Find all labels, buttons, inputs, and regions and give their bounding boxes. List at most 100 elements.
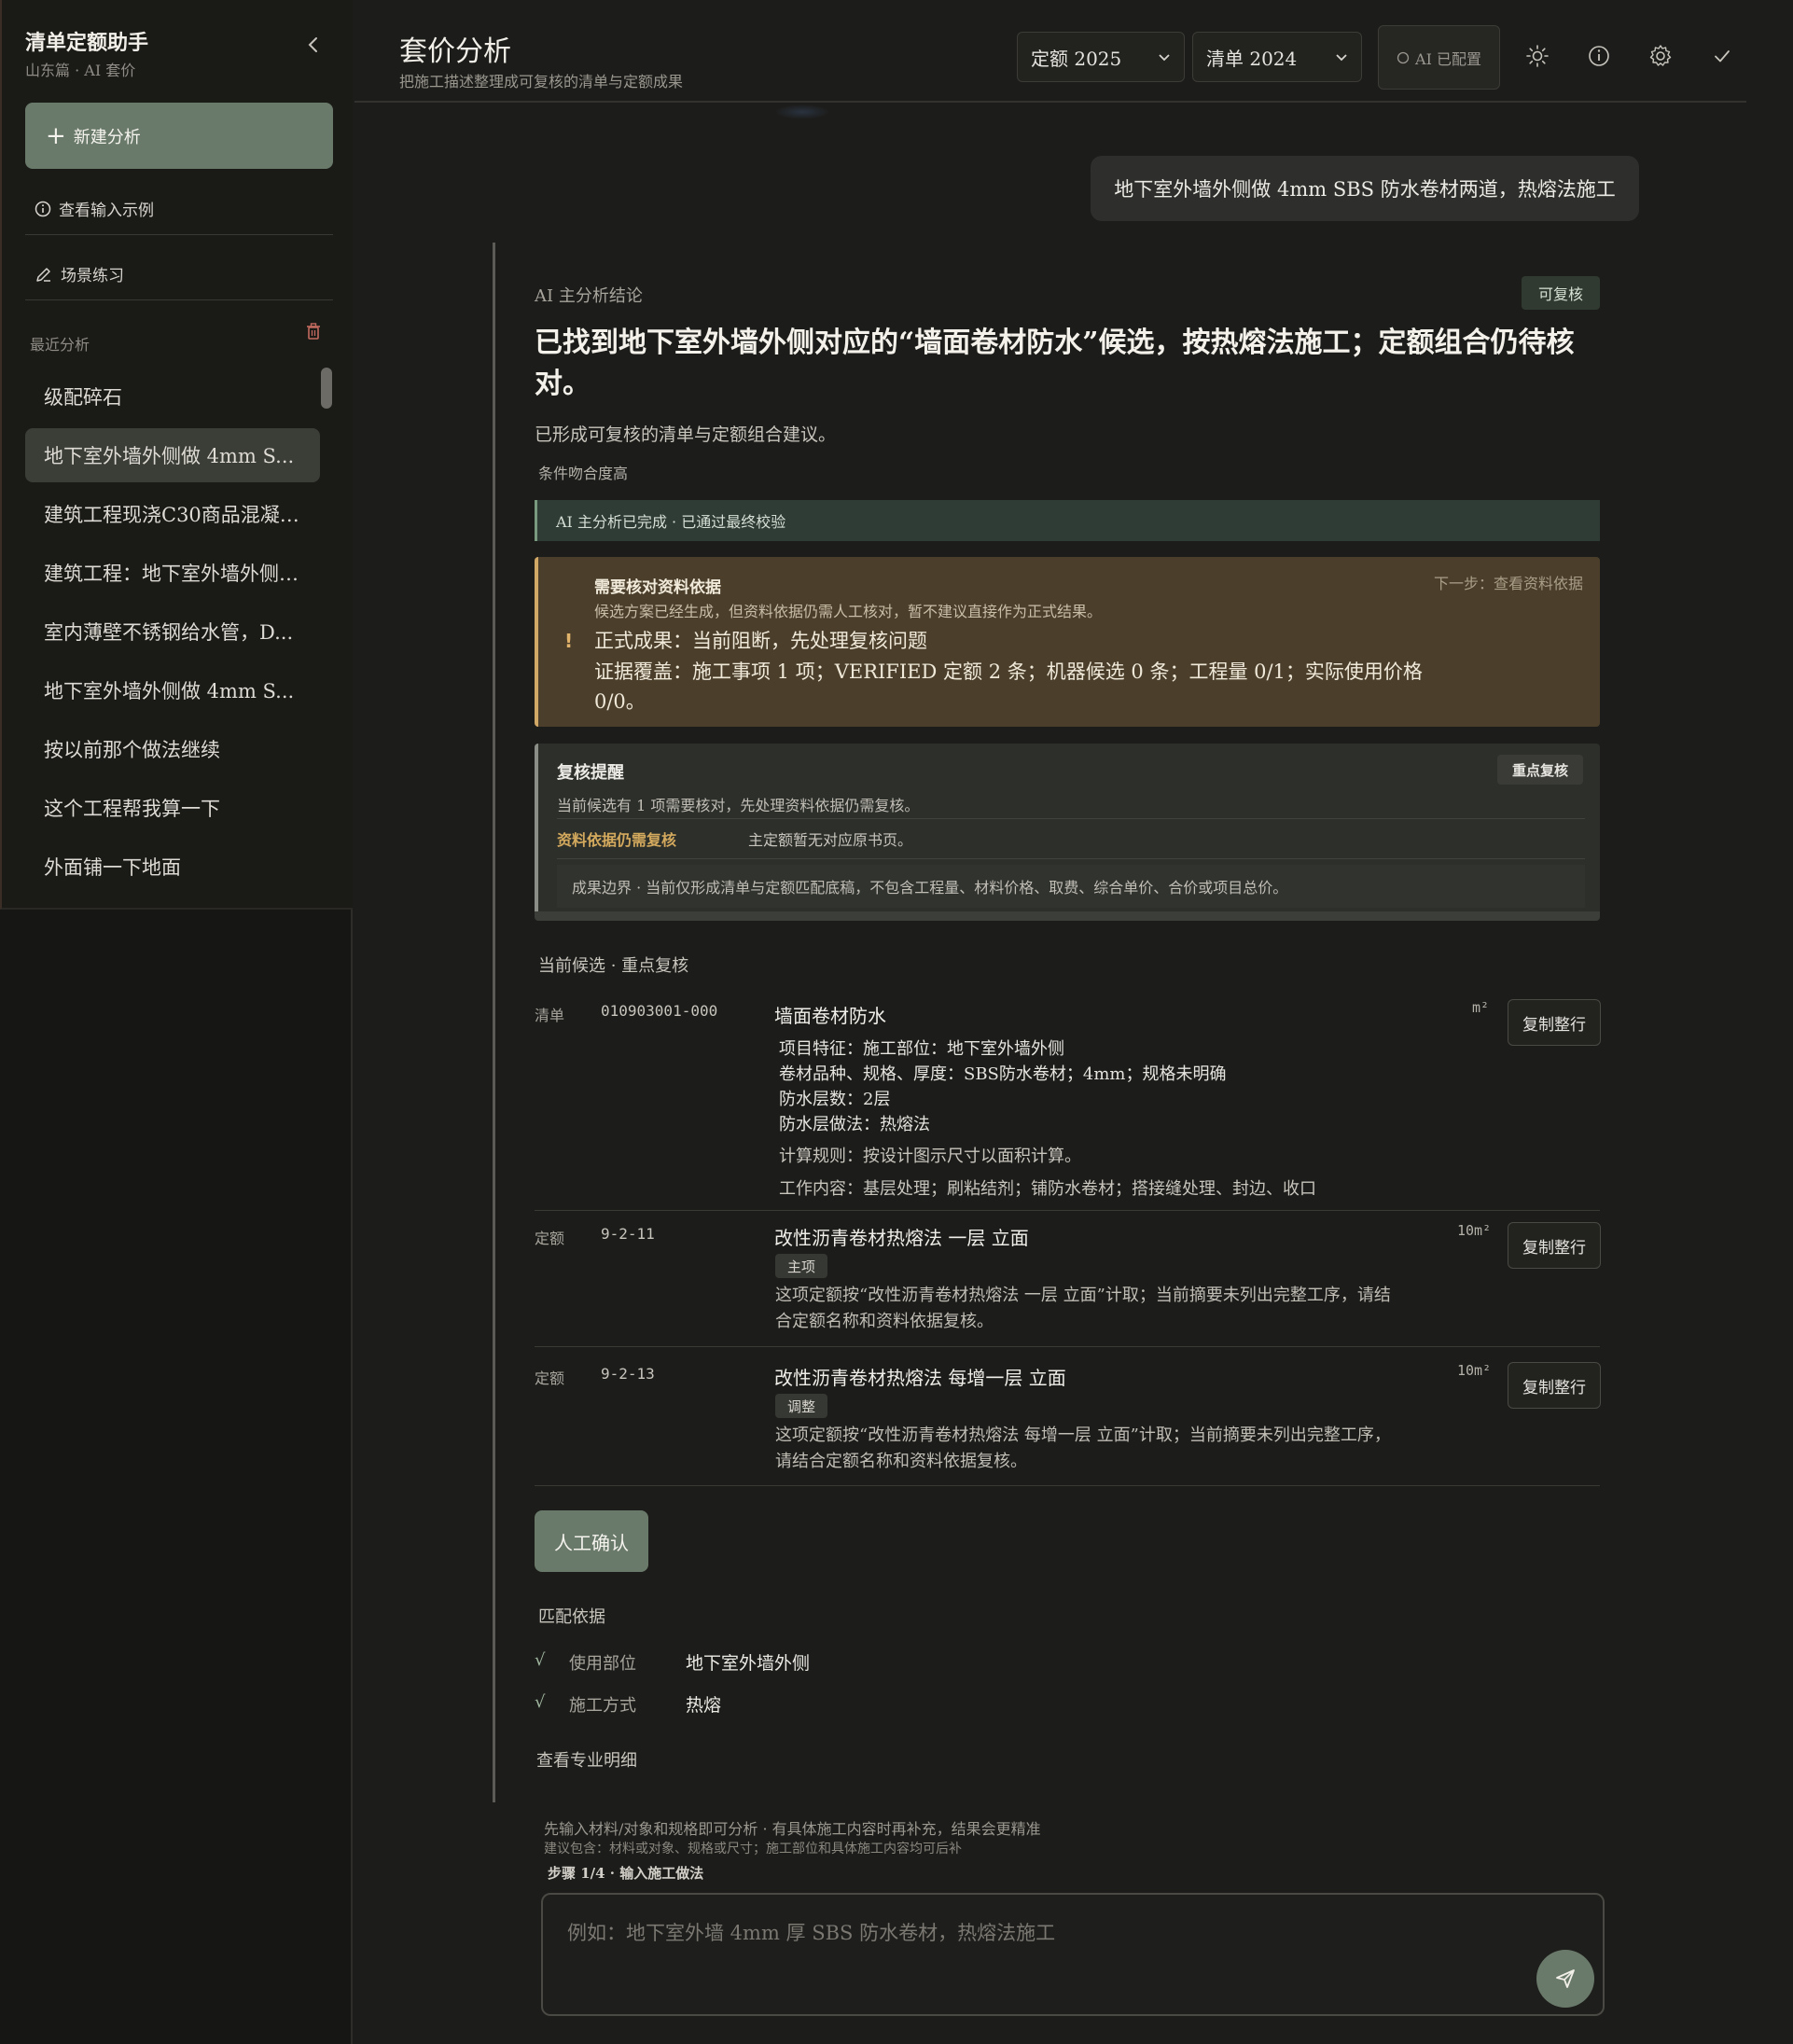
item-unit: m² xyxy=(1472,999,1490,1016)
divider xyxy=(557,818,1585,819)
next-step-link[interactable]: 下一步：查看资料依据 xyxy=(1434,571,1583,593)
app-title: 清单定额助手 xyxy=(25,31,149,55)
calc-rule: 计算规则：按设计图示尺寸以面积计算。 xyxy=(779,1147,1081,1166)
item-kind: 定额 xyxy=(535,1370,565,1387)
page-subtitle: 把施工描述整理成可复核的清单与定额成果 xyxy=(399,73,684,90)
candidates-title: 当前候选 · 重点复核 xyxy=(538,956,689,976)
send-icon xyxy=(1556,1969,1575,1988)
recent-item[interactable]: 这个工程帮我算一下 xyxy=(25,781,320,835)
construction-input[interactable] xyxy=(567,1917,1500,1949)
chevron-left-icon[interactable] xyxy=(302,34,325,56)
review-issue-value: 主定额暂无对应原书页。 xyxy=(748,831,913,849)
warning-panel: 需要核对资料依据 下一步：查看资料依据 候选方案已经生成，但资料依据仍需人工核对… xyxy=(535,557,1600,727)
recent-item[interactable]: 级配碎石 xyxy=(25,369,320,424)
info-icon xyxy=(35,201,51,216)
basis-key: 使用部位 xyxy=(569,1654,636,1674)
recent-item[interactable]: 建筑工程：地下室外墙外侧… xyxy=(25,546,320,600)
recent-item[interactable]: 外面铺一下地面 xyxy=(25,840,320,894)
result-boundary: 成果边界 · 当前仅形成清单与定额匹配底稿，不包含工程量、材料价格、取费、综合单… xyxy=(557,865,1585,908)
match-level: 条件吻合度高 xyxy=(538,465,629,482)
conclusion-description: 已形成可复核的清单与定额组合建议。 xyxy=(535,424,837,445)
item-feature: 卷材品种、规格、厚度：SBS防水卷材；4mm；规格未明确 xyxy=(779,1064,1227,1084)
new-analysis-button[interactable]: + 新建分析 xyxy=(25,103,333,169)
check-icon[interactable] xyxy=(1709,43,1735,69)
header: 套价分析 把施工描述整理成可复核的清单与定额成果 定额 2025 清单 2024… xyxy=(354,0,1746,103)
item-name: 改性沥青卷材热熔法 每增一层 立面 xyxy=(774,1367,1066,1389)
item-code: 010903001-000 xyxy=(601,1002,718,1020)
app-subtitle: 山东篇 · AI 套价 xyxy=(25,62,136,79)
manual-confirm-button[interactable]: 人工确认 xyxy=(535,1510,648,1572)
recent-item-active[interactable]: 地下室外墙外侧做 4mm S... xyxy=(25,428,320,482)
bill-version-select[interactable]: 清单 2024 xyxy=(1192,32,1362,82)
item-note: 这项定额按“改性沥青卷材热熔法 一层 立面”计取；当前摘要未列出完整工序，请结合… xyxy=(775,1286,1391,1331)
review-panel: 复核提醒 重点复核 当前候选有 1 项需要核对，先处理资料依据仍需复核。 资料依… xyxy=(535,744,1600,919)
scenario-practice-label: 场景练习 xyxy=(61,267,124,285)
sidebar-panel: 清单定额助手 山东篇 · AI 套价 + 新建分析 查看输入示例 场景练习 最近… xyxy=(0,0,353,910)
copy-row-button[interactable]: 复制整行 xyxy=(1508,999,1601,1046)
professional-detail-link[interactable]: 查看专业明细 xyxy=(536,1747,637,1772)
quota-version-select[interactable]: 定额 2025 xyxy=(1017,32,1185,82)
divider xyxy=(535,1346,1600,1347)
item-kind: 清单 xyxy=(535,1007,565,1024)
chevron-down-icon xyxy=(1159,54,1170,62)
formal-result-status: 正式成果：当前阻断，先处理复核问题 xyxy=(594,630,927,652)
item-tag: 主项 xyxy=(775,1254,828,1278)
send-button[interactable] xyxy=(1536,1950,1594,2008)
info-icon[interactable] xyxy=(1586,43,1612,69)
composer-suggestion: 建议包含：材料或对象、规格或尺寸；施工部位和具体施工内容均可后补 xyxy=(544,1842,962,1856)
view-examples-label: 查看输入示例 xyxy=(59,202,154,220)
bill-version-value: 清单 2024 xyxy=(1206,47,1298,70)
review-title: 复核提醒 xyxy=(557,763,624,783)
check-icon: √ xyxy=(535,1650,546,1670)
user-message: 地下室外墙外侧做 4mm SBS 防水卷材两道，热熔法施工 xyxy=(1091,156,1639,221)
recent-item[interactable]: 按以前那个做法继续 xyxy=(25,722,320,776)
recent-item[interactable]: 室内薄壁不锈钢给水管，D... xyxy=(25,605,320,659)
item-feature: 防水层做法：热熔法 xyxy=(779,1115,930,1134)
review-issue-key: 资料依据仍需复核 xyxy=(557,831,677,849)
divider xyxy=(535,1210,1600,1211)
basis-value: 地下室外墙外侧 xyxy=(686,1653,811,1674)
pencil-icon xyxy=(36,267,50,282)
gear-icon[interactable] xyxy=(1647,43,1674,69)
item-note: 这项定额按“改性沥青卷材热熔法 每增一层 立面”计取；当前摘要未列出完整工序，请… xyxy=(775,1425,1391,1471)
chevron-down-icon xyxy=(1336,54,1347,62)
review-description: 当前候选有 1 项需要核对，先处理资料依据仍需复核。 xyxy=(557,797,920,814)
thread-rule xyxy=(493,243,495,1802)
review-badge: 重点复核 xyxy=(1497,755,1583,785)
sun-icon[interactable] xyxy=(1524,43,1550,69)
divider xyxy=(25,234,333,235)
item-name: 墙面卷材防水 xyxy=(774,1005,886,1027)
trash-icon[interactable] xyxy=(305,322,322,341)
item-unit: 10m² xyxy=(1457,1222,1492,1239)
new-analysis-label: 新建分析 xyxy=(73,127,141,147)
scrollbar-thumb[interactable] xyxy=(321,368,332,409)
item-code: 9-2-13 xyxy=(601,1365,655,1383)
scenario-practice-link[interactable]: 场景练习 xyxy=(35,262,124,285)
check-icon: √ xyxy=(535,1692,546,1712)
basis-value: 热熔 xyxy=(686,1695,722,1716)
copy-row-button[interactable]: 复制整行 xyxy=(1508,1362,1601,1409)
quota-version-value: 定额 2025 xyxy=(1031,47,1122,70)
divider xyxy=(25,299,333,300)
basis-title: 匹配依据 xyxy=(538,1607,605,1627)
circle-icon xyxy=(1397,51,1410,63)
conclusion-heading: 已找到地下室外墙外侧对应的“墙面卷材防水”候选，按热熔法施工；定额组合仍待核对。 xyxy=(535,327,1575,400)
section-label: AI 主分析结论 xyxy=(535,286,643,306)
divider xyxy=(557,858,1585,859)
divider xyxy=(535,1485,1600,1486)
evidence-coverage: 证据覆盖：施工事项 1 项；VERIFIED 定额 2 条；机器候选 0 条；工… xyxy=(594,660,1423,713)
composer-step: 步骤 1/4 · 输入施工做法 xyxy=(548,1865,704,1882)
copy-row-button[interactable]: 复制整行 xyxy=(1508,1222,1601,1269)
recent-label: 最近分析 xyxy=(30,336,90,354)
review-panel-footer xyxy=(535,911,1600,921)
recent-item[interactable]: 地下室外墙外侧做 4mm S... xyxy=(25,663,320,717)
recent-item[interactable]: 建筑工程现浇C30商品混凝… xyxy=(25,487,320,541)
warning-title: 需要核对资料依据 xyxy=(594,578,721,597)
page-title: 套价分析 xyxy=(399,35,511,68)
composer xyxy=(541,1893,1605,2016)
item-feature: 项目特征：施工部位：地下室外墙外侧 xyxy=(779,1039,1064,1059)
ai-status-button[interactable]: AI 已配置 xyxy=(1378,25,1500,90)
ai-status-label: AI 已配置 xyxy=(1415,49,1481,68)
basis-key: 施工方式 xyxy=(569,1696,636,1716)
view-examples-link[interactable]: 查看输入示例 xyxy=(35,197,154,220)
